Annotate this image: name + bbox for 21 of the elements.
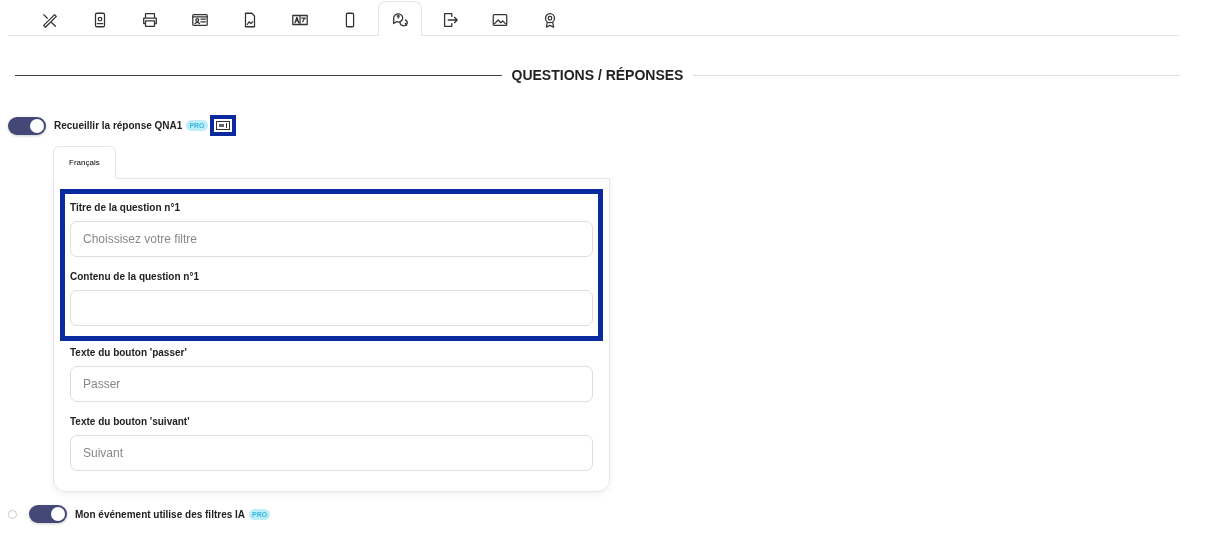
language-tab[interactable]: Français	[53, 146, 116, 179]
input-field[interactable]: Passer	[70, 366, 593, 402]
input-field[interactable]	[70, 290, 593, 326]
input-field[interactable]: Choissisez votre filtre	[70, 221, 593, 257]
chat-icon	[391, 10, 409, 28]
field-label: Texte du bouton 'passer'	[70, 347, 188, 358]
section-title: QUESTIONS / RÉPONSES	[511, 67, 684, 83]
toggle-switch[interactable]	[8, 116, 46, 135]
export-icon	[441, 11, 459, 29]
pencil-ruler-icon	[41, 11, 59, 29]
field-label: Contenu de la question n°1	[70, 271, 200, 282]
field-label: Titre de la question n°1	[70, 202, 181, 213]
printer-icon	[141, 11, 159, 29]
toggle-label: Mon événement utilise des filtres IA	[75, 508, 246, 520]
input-field[interactable]: Suivant	[70, 435, 593, 471]
toolbar-tab[interactable]	[378, 1, 422, 36]
toggle-label: Recueillir la réponse QNA1	[54, 120, 183, 131]
toggle-switch[interactable]	[29, 505, 67, 523]
image-icon	[491, 11, 509, 29]
field-label: Texte du bouton 'suivant'	[70, 416, 191, 427]
id-card-icon	[191, 11, 209, 29]
